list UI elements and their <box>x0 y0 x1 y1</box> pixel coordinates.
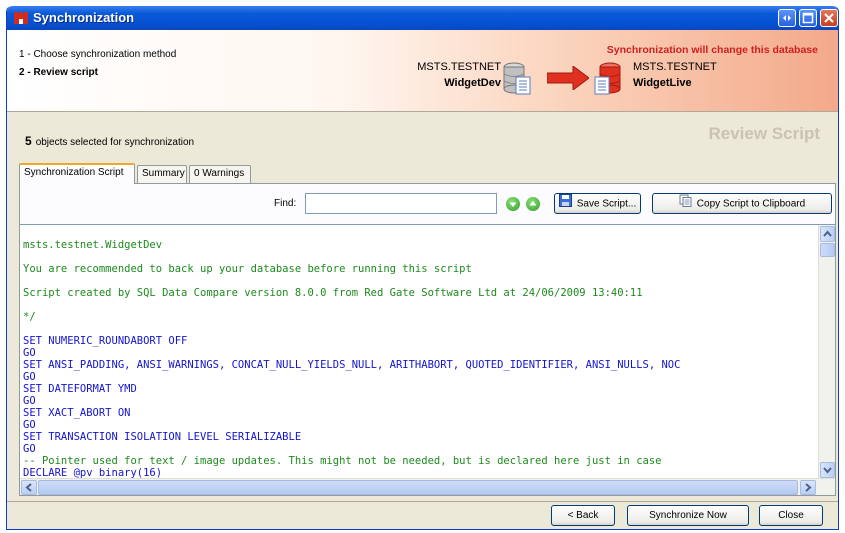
scroll-up-button[interactable] <box>820 226 835 242</box>
horizontal-scroll-thumb[interactable] <box>38 480 798 495</box>
footer-divider <box>7 501 838 502</box>
save-script-button[interactable]: Save Script... <box>554 193 641 214</box>
chevron-left-icon <box>25 483 32 492</box>
close-icon <box>824 13 834 23</box>
horizontal-scrollbar[interactable] <box>20 478 835 495</box>
script-line: msts.testnet.WidgetDev <box>23 239 163 251</box>
script-line: GO <box>23 443 36 455</box>
scroll-down-button[interactable] <box>820 462 835 478</box>
script-line: GO <box>23 347 36 359</box>
title-bar[interactable]: Synchronization <box>7 6 838 30</box>
script-line: GO <box>23 395 36 407</box>
target-database: WidgetLive <box>633 77 692 89</box>
restore-button[interactable] <box>778 9 796 27</box>
chevron-down-icon <box>823 467 832 474</box>
script-tab-panel: Find: Save Script... Copy Script to Clip… <box>19 183 836 496</box>
floppy-disk-icon <box>558 194 572 214</box>
arrow-up-icon <box>529 201 537 206</box>
vertical-scroll-thumb[interactable] <box>820 243 835 257</box>
wizard-header: 1 - Choose synchronization method 2 - Re… <box>7 30 838 112</box>
selected-count: 5 <box>25 134 32 148</box>
script-line: -- Pointer used for text / image updates… <box>23 455 662 467</box>
restore-icon <box>783 15 791 21</box>
tab-synchronization-script[interactable]: Synchronization Script <box>19 163 135 184</box>
source-database: WidgetDev <box>444 77 501 89</box>
script-line: */ <box>23 311 36 323</box>
arrow-down-icon <box>509 202 517 207</box>
source-server: MSTS.TESTNET <box>417 61 501 73</box>
script-line: SET DATEFORMAT YMD <box>23 383 137 395</box>
copy-clipboard-icon <box>679 194 692 214</box>
step-choose-method[interactable]: 1 - Choose synchronization method <box>19 49 176 60</box>
tab-summary[interactable]: Summary <box>137 165 187 183</box>
script-line: GO <box>23 419 36 431</box>
script-view[interactable]: msts.testnet.WidgetDev You are recommend… <box>20 224 835 495</box>
chevron-up-icon <box>823 230 832 237</box>
script-line: GO <box>23 371 36 383</box>
maximize-button[interactable] <box>799 9 817 27</box>
scroll-left-button[interactable] <box>21 480 37 495</box>
close-button[interactable]: Close <box>759 505 823 526</box>
window-title: Synchronization <box>33 10 135 25</box>
find-next-button[interactable] <box>506 197 520 211</box>
maximize-icon <box>802 12 814 24</box>
script-line: SET NUMERIC_ROUNDABORT OFF <box>23 335 188 347</box>
step-review-script[interactable]: 2 - Review script <box>19 67 98 78</box>
vertical-scrollbar[interactable] <box>818 225 835 479</box>
find-previous-button[interactable] <box>526 197 540 211</box>
sync-direction-arrow-icon <box>546 65 590 93</box>
script-line: Script created by SQL Data Compare versi… <box>23 287 643 299</box>
find-label: Find: <box>274 198 297 209</box>
chevron-right-icon <box>805 483 812 492</box>
synchronization-window: Synchronization 1 - Choose synchronizati… <box>6 6 839 530</box>
synchronize-now-button[interactable]: Synchronize Now <box>627 505 749 526</box>
target-database-icon <box>593 62 623 99</box>
find-input[interactable] <box>305 193 497 214</box>
back-button[interactable]: < Back <box>551 505 615 526</box>
copy-script-button[interactable]: Copy Script to Clipboard <box>652 193 832 214</box>
tab-warnings[interactable]: 0 Warnings <box>189 165 251 183</box>
page-title: Review Script <box>708 124 821 143</box>
script-line: SET ANSI_PADDING, ANSI_WARNINGS, CONCAT_… <box>23 359 681 371</box>
source-database-icon <box>503 62 533 99</box>
red-gate-logo-icon <box>13 10 29 26</box>
script-line: You are recommended to back up your data… <box>23 263 472 275</box>
selection-text: objects selected for synchronization <box>35 137 195 148</box>
sync-warning: Synchronization will change this databas… <box>606 44 818 56</box>
script-code[interactable]: msts.testnet.WidgetDev You are recommend… <box>20 225 817 479</box>
scroll-right-button[interactable] <box>800 480 816 495</box>
close-window-button[interactable] <box>820 9 838 27</box>
target-server: MSTS.TESTNET <box>633 61 717 73</box>
script-line: SET XACT_ABORT ON <box>23 407 131 419</box>
selection-summary: 5 objects selected for synchronization <box>25 134 194 148</box>
script-line: SET TRANSACTION ISOLATION LEVEL SERIALIZ… <box>23 431 302 443</box>
